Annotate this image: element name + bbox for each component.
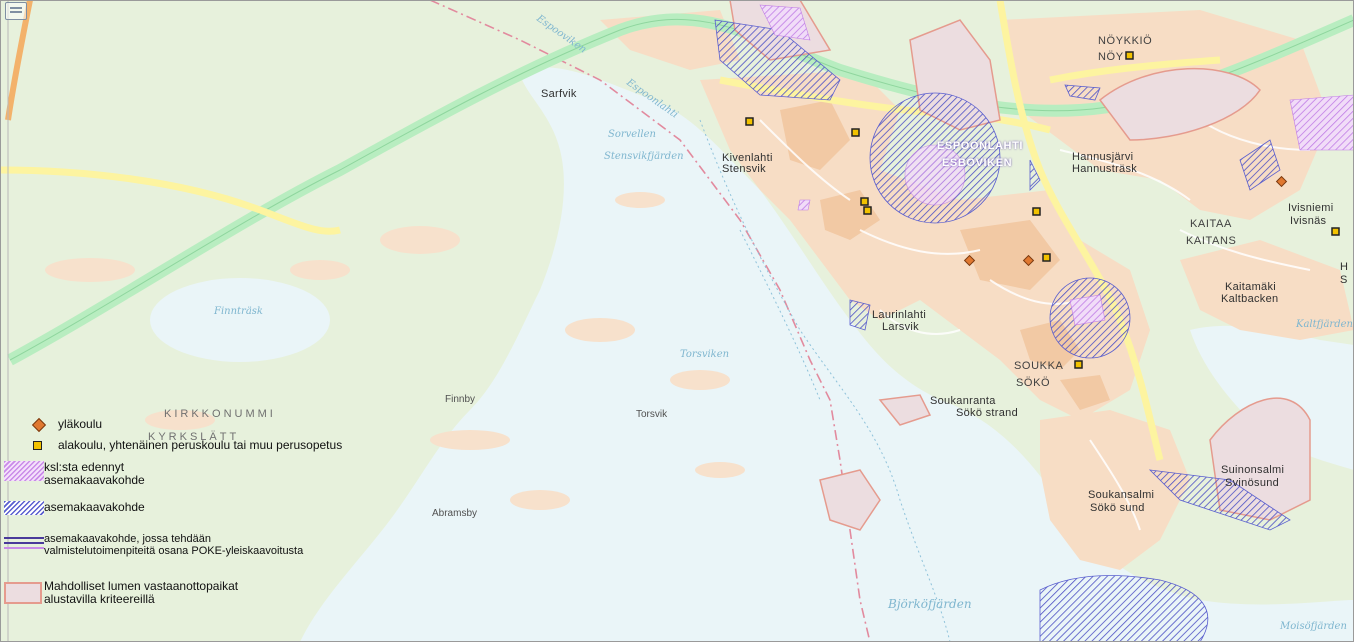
place-label: Suinonsalmi	[1221, 464, 1285, 476]
water-label: Kaltfjärden	[1296, 319, 1353, 330]
water-label: Moisöfjärden	[1280, 621, 1347, 632]
place-label: Kaitamäki	[1225, 281, 1276, 293]
square-icon	[33, 441, 42, 450]
place-label: Sökö strand	[956, 407, 1019, 419]
legend-item: asemakaavakohde	[4, 500, 145, 515]
legend-label: asemakaavakohde	[44, 500, 145, 514]
place-label: Kaltbacken	[1221, 293, 1279, 305]
place-label: Stensvik	[722, 163, 766, 175]
district-label: KAITANS	[1186, 235, 1237, 247]
place-label: Sarfvik	[541, 88, 577, 100]
map-view[interactable]: Sarfvik NÖYKKIÖ NÖY ESPOONLAHTI ESBOVIKE…	[0, 0, 1354, 642]
place-label: Laurinlahti	[872, 309, 927, 321]
place-label: Torsvik	[636, 409, 668, 420]
place-label: S	[1340, 274, 1348, 286]
school-square-icon	[863, 206, 872, 215]
district-label: ESPOONLAHTI	[937, 140, 1024, 152]
school-square-icon	[1032, 207, 1041, 216]
place-label: H	[1340, 261, 1349, 273]
place-label: Ivisniemi	[1288, 202, 1334, 214]
municipality-label: KIRKKONUMMI	[164, 408, 276, 420]
school-square-icon	[1042, 253, 1051, 262]
diamond-icon	[31, 417, 47, 433]
school-square-icon	[745, 117, 754, 126]
place-label: Abramsby	[432, 508, 478, 519]
place-label: Larsvik	[882, 321, 919, 333]
place-label: Finnby	[445, 394, 476, 405]
layers-icon[interactable]	[5, 2, 27, 20]
place-label: Hannusträsk	[1072, 163, 1138, 175]
school-square-icon	[860, 197, 869, 206]
place-label: Sökö sund	[1090, 502, 1145, 514]
legend-item: yläkoulu	[18, 417, 103, 433]
water-label: Björköfjärden	[888, 597, 972, 611]
district-label: KAITAA	[1190, 218, 1232, 230]
pink-hatch-swatch	[4, 461, 44, 481]
legend-item: Mahdolliset lumen vastaanottopaikat alus…	[4, 579, 284, 606]
water-label: Finnträsk	[214, 306, 263, 317]
water-label: Sorvellen	[608, 129, 656, 140]
legend-item: asemakaavakohde, jossa tehdään valmistel…	[4, 533, 304, 557]
legend-label: yläkoulu	[58, 417, 103, 431]
school-square-icon	[1125, 51, 1134, 60]
lake-finntrask	[150, 278, 330, 362]
water-label: Torsviken	[680, 349, 730, 360]
district-label: ESBOVIKEN	[942, 157, 1013, 169]
water-label: Stensvikfjärden	[604, 151, 684, 162]
place-label: Svinösund	[1225, 477, 1280, 489]
legend-label: asemakaavakohde, jossa tehdään valmistel…	[44, 533, 304, 557]
district-label: NÖY	[1098, 51, 1124, 63]
snow-site-swatch	[4, 582, 42, 604]
place-label: Soukanranta	[930, 395, 996, 407]
lines-swatch	[4, 537, 44, 551]
district-label: SOUKKA	[1014, 360, 1064, 372]
district-label: NÖYKKIÖ	[1098, 35, 1153, 47]
school-square-icon	[1331, 227, 1340, 236]
district-label: SÖKÖ	[1016, 377, 1051, 389]
school-square-icon	[1074, 360, 1083, 369]
legend-label: Mahdolliset lumen vastaanottopaikat alus…	[44, 579, 239, 606]
blue-hatch-swatch	[4, 501, 44, 515]
school-square-icon	[851, 128, 860, 137]
place-label: Ivisnäs	[1290, 215, 1327, 227]
legend-label: ksl:sta edennyt asemakaavakohde	[44, 460, 145, 487]
legend-item: alakoulu, yhtenäinen peruskoulu tai muu …	[18, 439, 342, 452]
legend-item: ksl:sta edennyt asemakaavakohde	[4, 460, 204, 487]
legend-label: alakoulu, yhtenäinen peruskoulu tai muu …	[58, 438, 343, 452]
place-label: Hannusjärvi	[1072, 151, 1134, 163]
place-label: Soukansalmi	[1088, 489, 1155, 501]
